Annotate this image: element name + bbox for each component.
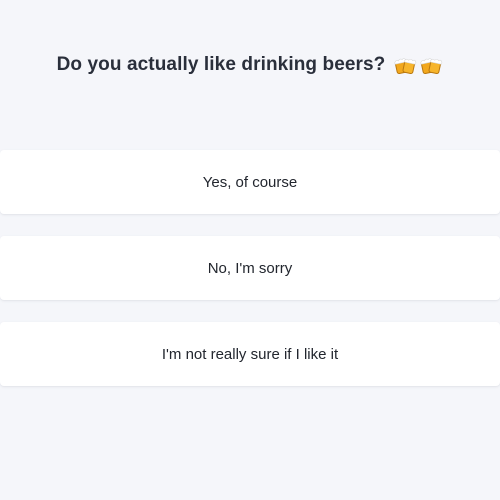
option-no-sorry[interactable]: No, I'm sorry: [0, 236, 500, 300]
option-yes-of-course[interactable]: Yes, of course: [0, 150, 500, 214]
beers-icon: [419, 53, 443, 77]
option-label: Yes, of course: [202, 173, 298, 191]
option-not-sure[interactable]: I'm not really sure if I like it: [0, 322, 500, 386]
emoji-group: [393, 53, 443, 77]
question-header: Do you actually like drinking beers?: [0, 50, 500, 80]
option-label: No, I'm sorry: [207, 259, 293, 277]
beers-icon: [393, 53, 417, 77]
question-title: Do you actually like drinking beers?: [56, 54, 386, 75]
option-label: I'm not really sure if I like it: [161, 345, 339, 363]
